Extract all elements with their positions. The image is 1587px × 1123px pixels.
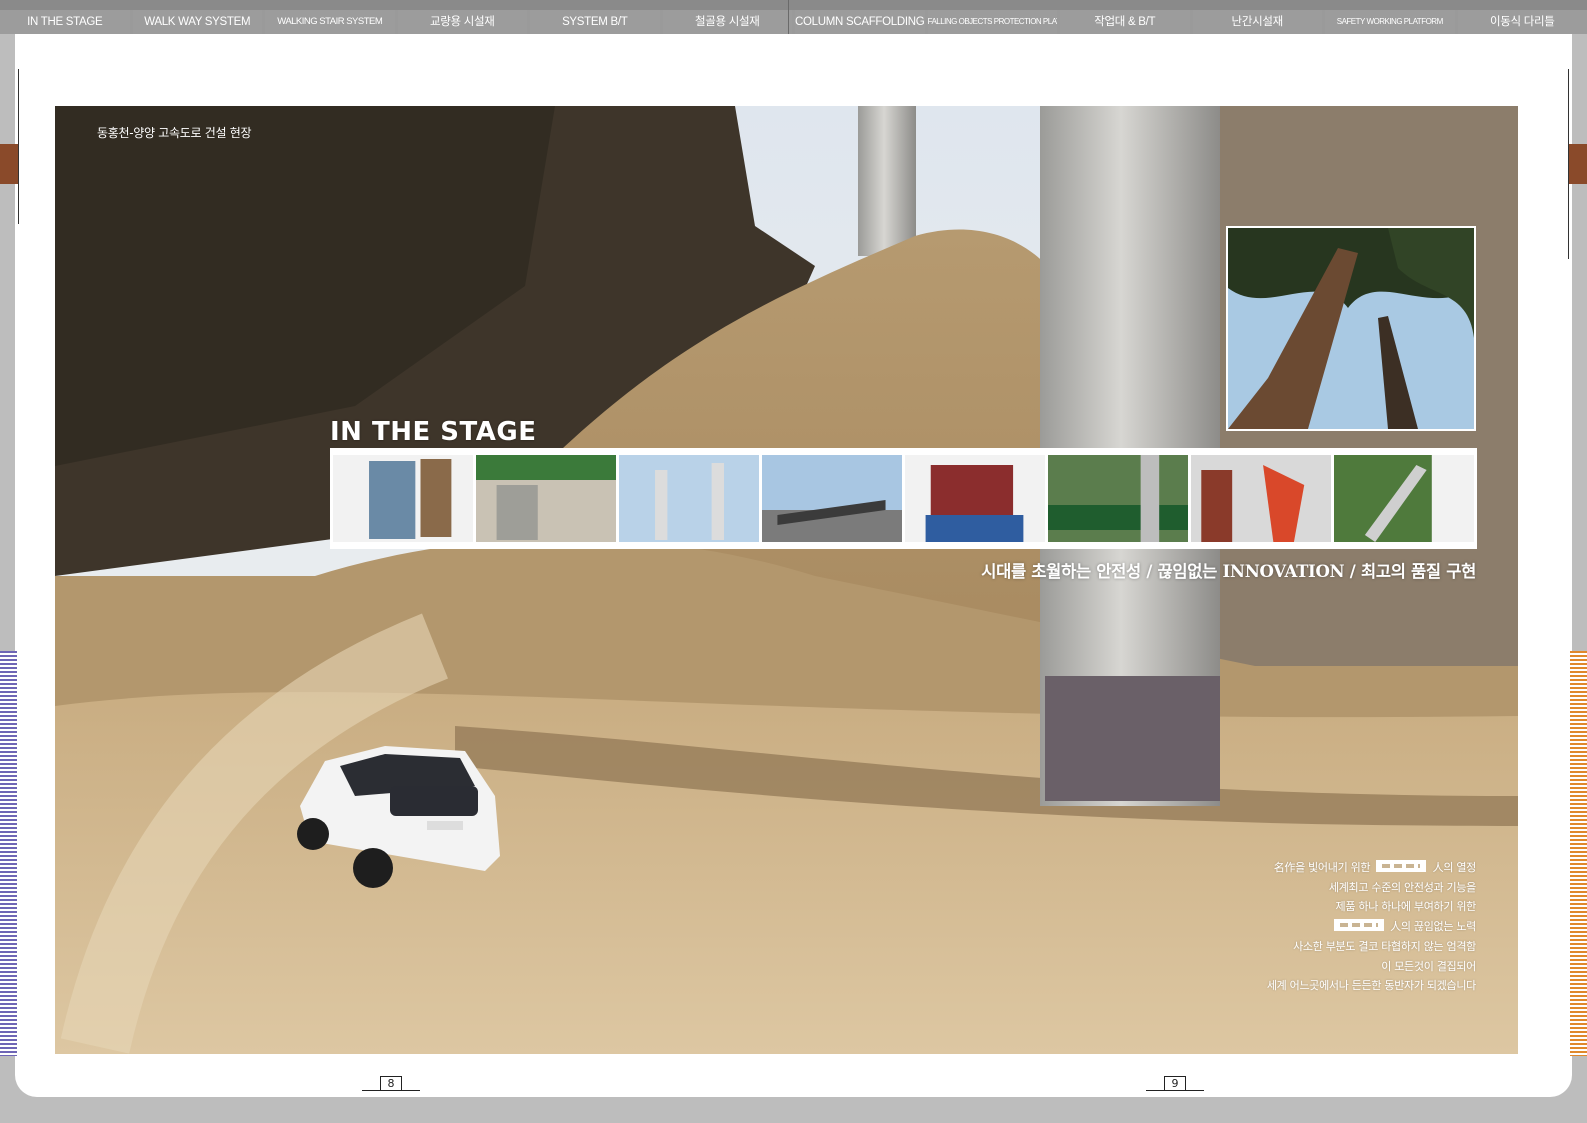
tab-workbench-bt[interactable]: 작업대 & B/T: [1060, 10, 1190, 34]
section-title: IN THE STAGE: [330, 417, 537, 447]
tree-canopy-image: [1228, 228, 1474, 429]
inset-tree-photo: [1226, 226, 1476, 431]
page-number-left-text: 8: [380, 1076, 402, 1090]
slogan: 시대를 초월하는 안전성 / 끊임없는 INNOVATION / 최고의 품질 …: [981, 562, 1476, 581]
product-filmstrip: [330, 448, 1477, 549]
body-line-1: 名作을 빛어내기 위한 人의 열정: [1176, 858, 1476, 878]
left-side-tab: [0, 144, 18, 184]
body-line-5: 사소한 부분도 결코 타협하지 않는 엄격함: [1293, 939, 1476, 953]
company-logo-mark-icon: [1376, 860, 1427, 872]
filmstrip-frame-5[interactable]: [905, 455, 1045, 542]
body-line-1-pre: 名作을 빛어내기 위한: [1273, 861, 1371, 874]
body-line-6: 이 모든것이 결집되어: [1381, 959, 1476, 973]
tab-system-bt[interactable]: SYSTEM B/T: [530, 10, 660, 34]
filmstrip-frame-2[interactable]: [476, 455, 616, 542]
tab-column-scaffolding[interactable]: COLUMN SCAFFOLDING: [795, 10, 925, 34]
distant-pillar: [858, 106, 916, 256]
body-line-2: 세계최고 수준의 안전성과 기능을: [1328, 880, 1476, 894]
filmstrip-frame-4[interactable]: [762, 455, 902, 542]
pillar-wrap: [1045, 676, 1220, 801]
tab-mobile-ladder[interactable]: 이동식 다리틀: [1457, 10, 1587, 34]
body-line-1-post: 人의 열정: [1432, 861, 1477, 874]
page-number-right: 9: [1146, 1076, 1204, 1091]
tab-bridge-equipment[interactable]: 교량용 시설재: [397, 10, 527, 34]
filmstrip-frame-6[interactable]: [1048, 455, 1188, 542]
tab-in-the-stage[interactable]: IN THE STAGE: [0, 10, 130, 34]
right-side-tab: [1569, 144, 1587, 184]
company-logo-mark-icon: [1333, 919, 1384, 932]
tab-walk-way-system[interactable]: WALK WAY SYSTEM: [132, 10, 262, 34]
body-line-3: 제품 하나 하나에 부여하기 위한: [1335, 900, 1477, 914]
body-line-4: 人의 끊임없는 노력: [1176, 917, 1476, 937]
tab-steel-structure-equipment[interactable]: 철골용 시설재: [662, 10, 792, 34]
page-number-right-text: 9: [1164, 1076, 1186, 1090]
filmstrip-frame-7[interactable]: [1191, 455, 1331, 542]
construction-site-photo: 동홍천-양양 고속도로 건설 현장 IN THE STAGE 시대를 초월하는 …: [55, 106, 1518, 1054]
page-number-left: 8: [362, 1076, 420, 1091]
tab-walking-stair-system[interactable]: WALKING STAIR SYSTEM: [265, 10, 395, 34]
body-line-4-post: 人의 끊임없는 노력: [1390, 920, 1476, 934]
left-margin-line: [18, 69, 19, 224]
left-stripe-band: [0, 651, 17, 1056]
page-spine: [788, 0, 789, 34]
nav-tabs: IN THE STAGE WALK WAY SYSTEM WALKING STA…: [0, 10, 1587, 34]
filmstrip-frame-1[interactable]: [333, 455, 473, 542]
top-navigation-bar: IN THE STAGE WALK WAY SYSTEM WALKING STA…: [0, 0, 1587, 34]
tab-railing-equipment[interactable]: 난간시설재: [1192, 10, 1322, 34]
filmstrip-frame-8[interactable]: [1334, 455, 1474, 542]
filmstrip-frame-3[interactable]: [619, 455, 759, 542]
right-stripe-band: [1570, 651, 1587, 1056]
body-copy: 名作을 빛어내기 위한 人의 열정 세계최고 수준의 안전성과 기능을 제품 하…: [1176, 858, 1476, 996]
photo-caption: 동홍천-양양 고속도로 건설 현장: [97, 126, 252, 140]
tab-safety-working-platform[interactable]: SAFETY WORKING PLATFORM: [1325, 10, 1455, 34]
tab-falling-objects-protection-platform[interactable]: FALLING OBJECTS PROTECTION PLATFORM: [927, 10, 1057, 34]
body-line-7: 세계 어느곳에서나 든든한 동반자가 되겠습니다: [1266, 979, 1476, 993]
